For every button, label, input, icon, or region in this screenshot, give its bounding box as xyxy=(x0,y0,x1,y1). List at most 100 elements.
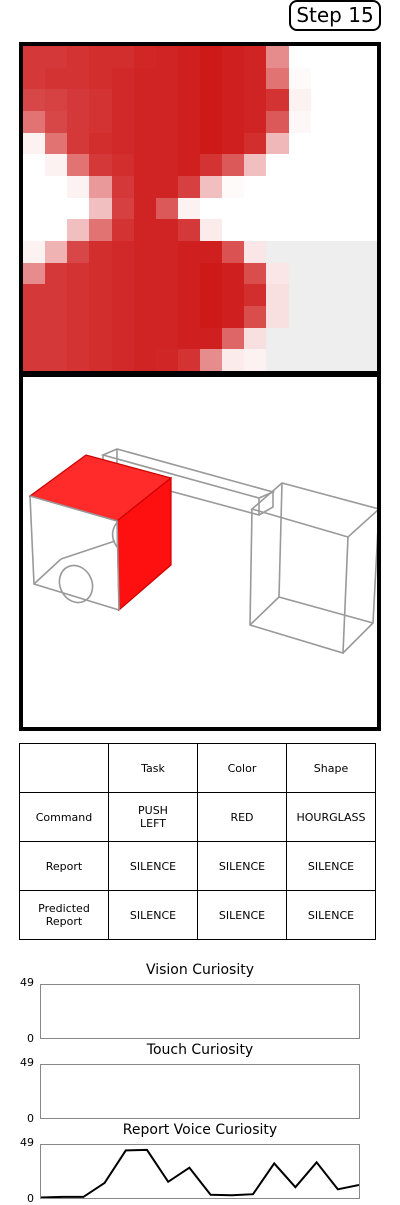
vision-pixel xyxy=(155,349,178,371)
table-cell: SILENCE xyxy=(108,841,198,891)
table-row: Predicted Report SILENCE SILENCE SILENCE xyxy=(19,890,376,940)
vision-pixel xyxy=(310,219,333,241)
vision-pixel xyxy=(222,349,245,371)
vision-pixel xyxy=(23,110,46,133)
vision-pixel xyxy=(23,219,46,241)
vision-pixel xyxy=(244,46,267,68)
vision-pixel xyxy=(354,305,377,328)
vision-pixel xyxy=(332,154,355,176)
vision-pixel xyxy=(288,46,311,68)
vision-pixel xyxy=(200,175,223,198)
plot-title: Touch Curiosity xyxy=(146,1042,254,1058)
vision-pixel xyxy=(89,349,112,371)
vision-pixel xyxy=(266,89,289,111)
vision-pixel xyxy=(200,284,223,306)
right-box-back-edge xyxy=(249,596,280,626)
vision-panel xyxy=(19,42,381,375)
table-header-cell: Shape xyxy=(286,743,376,793)
vision-pixel xyxy=(288,327,311,350)
vision-pixel xyxy=(23,284,46,306)
vision-pixel xyxy=(288,110,311,133)
vision-pixel xyxy=(155,262,178,285)
vision-pixel xyxy=(310,262,333,285)
vision-pixel xyxy=(244,262,267,285)
vision-pixel xyxy=(177,89,200,111)
vision-pixel xyxy=(133,154,156,176)
y-min-label: 0 xyxy=(27,1032,34,1045)
vision-pixel xyxy=(45,154,68,176)
vision-pixel xyxy=(244,175,267,198)
vision-pixel xyxy=(133,175,156,198)
vision-pixel xyxy=(200,349,223,371)
vision-pixel xyxy=(354,240,377,263)
vision-pixel xyxy=(310,305,333,328)
vision-pixel xyxy=(288,240,311,263)
vision-pixel xyxy=(288,132,311,155)
vision-pixel xyxy=(266,305,289,328)
vision-pixel xyxy=(200,110,223,133)
vision-pixel xyxy=(133,305,156,328)
vision-pixel xyxy=(354,89,377,111)
vision-pixel xyxy=(67,67,90,90)
vision-pixel xyxy=(288,262,311,285)
vision-pixel xyxy=(288,305,311,328)
vision-pixel xyxy=(133,89,156,111)
vision-pixel xyxy=(67,305,90,328)
vision-pixel xyxy=(200,67,223,90)
vision-pixel xyxy=(354,327,377,350)
plot-title: Report Voice Curiosity xyxy=(122,1122,278,1138)
vision-pixel xyxy=(332,219,355,241)
table-cell: PUSH LEFT xyxy=(108,792,198,842)
vision-pixel xyxy=(354,154,377,176)
vision-pixel xyxy=(266,197,289,220)
vision-pixel xyxy=(155,175,178,198)
vision-pixel xyxy=(222,132,245,155)
vision-pixel xyxy=(133,327,156,350)
vision-pixel xyxy=(244,89,267,111)
table-cell: SILENCE xyxy=(197,841,287,891)
vision-pixel xyxy=(67,349,90,371)
y-min-label: 0 xyxy=(27,1192,34,1205)
vision-pixel xyxy=(200,240,223,263)
vision-pixel xyxy=(67,110,90,133)
vision-pixel xyxy=(133,262,156,285)
vision-pixel xyxy=(89,327,112,350)
vision-pixel xyxy=(266,262,289,285)
vision-pixel xyxy=(354,67,377,90)
vision-pixel xyxy=(244,132,267,155)
vision-pixel xyxy=(155,67,178,90)
vision-pixel xyxy=(222,327,245,350)
vision-pixel xyxy=(111,110,134,133)
vision-pixel xyxy=(89,89,112,111)
vision-pixel xyxy=(45,327,68,350)
vision-pixel xyxy=(310,89,333,111)
vision-pixel xyxy=(244,110,267,133)
table-cell: SILENCE xyxy=(108,890,198,940)
right-box-front xyxy=(249,508,349,655)
table-cell: RED xyxy=(197,792,287,842)
table-cell: HOURGLASS xyxy=(286,792,376,842)
vision-pixel xyxy=(67,175,90,198)
vision-pixel xyxy=(45,349,68,371)
vision-pixel xyxy=(155,154,178,176)
vision-pixel xyxy=(177,197,200,220)
vision-pixel xyxy=(133,132,156,155)
vision-pixel xyxy=(288,89,311,111)
vision-pixel xyxy=(222,89,245,111)
vision-pixel xyxy=(89,67,112,90)
vision-pixel xyxy=(288,197,311,220)
vision-pixel xyxy=(23,67,46,90)
vision-pixel xyxy=(155,240,178,263)
vision-pixel xyxy=(244,240,267,263)
vision-pixel xyxy=(67,327,90,350)
table-header-cell: Task xyxy=(108,743,198,793)
table-cell: Report xyxy=(19,841,109,891)
vision-pixel xyxy=(89,197,112,220)
plot-area xyxy=(40,1064,360,1119)
vision-pixel xyxy=(111,89,134,111)
vision-pixel xyxy=(310,197,333,220)
vision-pixel xyxy=(133,67,156,90)
vision-pixel xyxy=(222,67,245,90)
vision-pixel xyxy=(177,67,200,90)
vision-pixel xyxy=(23,349,46,371)
